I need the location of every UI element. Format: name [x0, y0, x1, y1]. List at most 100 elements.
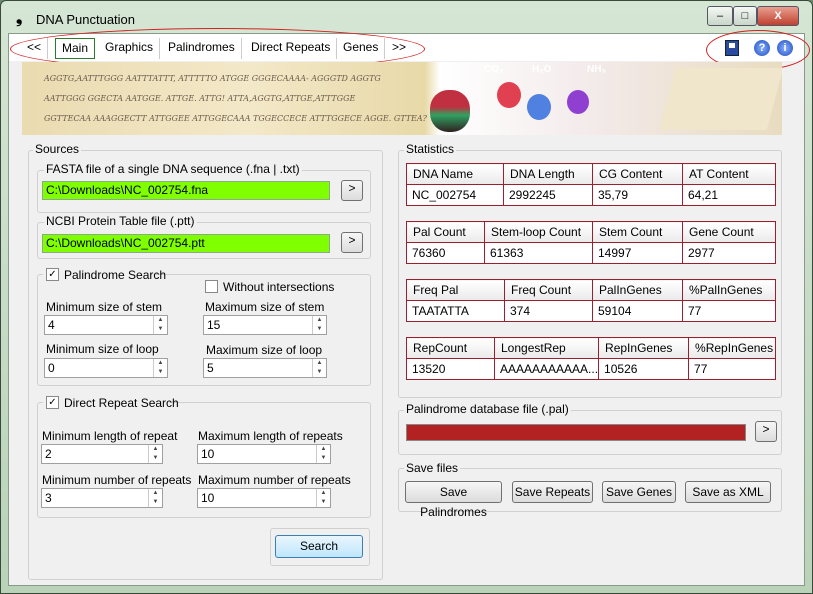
max-number-label: Maximum number of repeats [198, 473, 351, 487]
maximize-button[interactable]: □ [733, 6, 757, 26]
table-cell: NC_002754 [406, 184, 504, 206]
statistics-title: Statistics [404, 142, 457, 156]
min-stem-label: Minimum size of stem [46, 300, 163, 314]
column-header: Freq Pal [406, 279, 505, 301]
table-cell: 13520 [406, 358, 495, 380]
min-stem-value: 4 [48, 318, 55, 332]
save-xml-button[interactable]: Save as XML [685, 481, 771, 503]
molecule-label: CO₂ [484, 64, 504, 75]
molecule-image [497, 82, 521, 108]
max-stem-spinner[interactable]: 15 ▲ ▼ [203, 315, 327, 335]
banner-text: AGGTG,AATTTGGG AATTTATTT, ATTTTTO ATGGE … [44, 74, 381, 83]
fasta-label: FASTA file of a single DNA sequence (.fn… [44, 162, 302, 176]
min-length-spinner[interactable]: 2 ▲ ▼ [41, 444, 163, 464]
spinner-arrows-icon[interactable]: ▲ ▼ [316, 489, 330, 507]
molecule-image [567, 90, 589, 114]
fasta-browse-button[interactable]: > [341, 180, 363, 201]
save-genes-button[interactable]: Save Genes [602, 481, 676, 503]
max-loop-value: 5 [207, 361, 214, 375]
max-number-value: 10 [201, 491, 215, 505]
ink-pot-image [430, 90, 470, 132]
min-length-label: Minimum length of repeat [42, 429, 178, 443]
spinner-arrows-icon[interactable]: ▲ ▼ [312, 359, 326, 377]
column-header: %RepInGenes [688, 337, 776, 359]
max-loop-label: Maximum size of loop [206, 343, 323, 357]
column-header: AT Content [682, 163, 776, 185]
table-cell: 10526 [598, 358, 690, 380]
molecule-image [527, 94, 551, 120]
molecule-label: H₂O [532, 64, 552, 75]
table-cell: 14997 [592, 242, 683, 264]
without-intersections-label: Without intersections [223, 280, 335, 294]
paldb-label: Palindrome database file (.pal) [404, 402, 571, 416]
banner-image: AGGTG,AATTTGGG AATTTATTT, ATTTTTO ATGGE … [22, 62, 782, 135]
table-cell: 76360 [406, 242, 485, 264]
max-stem-label: Maximum size of stem [205, 300, 325, 314]
min-number-spinner[interactable]: 3 ▲ ▼ [41, 488, 163, 508]
table-cell: 374 [504, 300, 593, 322]
max-loop-spinner[interactable]: 5 ▲ ▼ [203, 358, 327, 378]
spinner-arrows-icon[interactable]: ▲ ▼ [316, 445, 330, 463]
column-header: Pal Count [406, 221, 485, 243]
table-cell: 77 [682, 300, 776, 322]
min-number-value: 3 [45, 491, 52, 505]
max-length-value: 10 [201, 447, 215, 461]
banner-text: GGTTECAA AAAGGECTT ATTGGEE ATTGGECAAA TG… [44, 114, 427, 123]
stats-table-palindromes: Freq Pal Freq Count PalInGenes %PalInGenes … [406, 279, 776, 322]
max-length-spinner[interactable]: 10 ▲ ▼ [197, 444, 331, 464]
min-loop-value: 0 [48, 361, 55, 375]
spinner-arrows-icon[interactable]: ▲ ▼ [153, 316, 167, 334]
column-header: Stem Count [592, 221, 683, 243]
table-cell: 2977 [682, 242, 776, 264]
ptt-path-field[interactable]: C:\Downloads\NC_002754.ptt [42, 234, 330, 253]
repeat-check-icon[interactable]: ✓ [46, 396, 59, 409]
min-stem-spinner[interactable]: 4 ▲ ▼ [44, 315, 168, 335]
sources-title: Sources [33, 142, 82, 156]
column-header: Freq Count [504, 279, 593, 301]
scroll-image [658, 68, 782, 130]
max-stem-value: 15 [207, 318, 221, 332]
banner-text: AATTGGG GGECTA AATGGE. ATTGE. ATTG! ATTA… [44, 94, 356, 103]
fasta-path-field[interactable]: C:\Downloads\NC_002754.fna [42, 181, 330, 200]
table-cell: 64,21 [682, 184, 776, 206]
window-title: DNA Punctuation [36, 12, 136, 27]
column-header: LongestRep [493, 337, 600, 359]
column-header: CG Content [592, 163, 683, 185]
spinner-arrows-icon[interactable]: ▲ ▼ [148, 445, 162, 463]
ptt-label: NCBI Protein Table file (.ptt) [44, 214, 197, 228]
minimize-button[interactable]: – [707, 6, 733, 26]
stats-table-repeats: RepCount LongestRep RepInGenes %RepInGenes … [406, 337, 776, 380]
close-button[interactable]: X [757, 6, 799, 26]
column-header: DNA Length [503, 163, 593, 185]
table-cell: 59104 [592, 300, 683, 322]
column-header: %PalInGenes [682, 279, 776, 301]
palindrome-check-icon[interactable]: ✓ [46, 268, 59, 281]
palindrome-search-label: Palindrome Search [64, 268, 167, 282]
table-cell: AAAAAAAAAAA... [493, 358, 600, 380]
table-cell: 77 [688, 358, 776, 380]
paldb-path-field[interactable] [406, 424, 746, 441]
min-length-value: 2 [45, 447, 52, 461]
spinner-arrows-icon[interactable]: ▲ ▼ [312, 316, 326, 334]
save-repeats-button[interactable]: Save Repeats [512, 481, 593, 503]
table-cell: 2992245 [503, 184, 593, 206]
spinner-arrows-icon[interactable]: ▲ ▼ [153, 359, 167, 377]
without-intersections-checkbox[interactable] [205, 280, 218, 293]
paldb-browse-button[interactable]: > [755, 421, 777, 442]
table-cell: 61363 [484, 242, 593, 264]
app-icon: ❟ [16, 10, 23, 27]
min-loop-spinner[interactable]: 0 ▲ ▼ [44, 358, 168, 378]
ptt-browse-button[interactable]: > [341, 232, 363, 253]
stats-table-counts: Pal Count Stem-loop Count Stem Count Gene C… [406, 221, 776, 264]
column-header: Gene Count [682, 221, 776, 243]
min-number-label: Minimum number of repeats [42, 473, 192, 487]
column-header: RepInGenes [598, 337, 690, 359]
table-cell: TAATATTA [406, 300, 505, 322]
save-palindromes-button[interactable]: Save Palindromes [405, 481, 502, 519]
save-title: Save files [404, 461, 461, 475]
max-number-spinner[interactable]: 10 ▲ ▼ [197, 488, 331, 508]
table-cell: 35,79 [592, 184, 683, 206]
min-loop-label: Minimum size of loop [46, 342, 159, 356]
spinner-arrows-icon[interactable]: ▲ ▼ [148, 489, 162, 507]
search-button[interactable]: Search [275, 535, 363, 558]
